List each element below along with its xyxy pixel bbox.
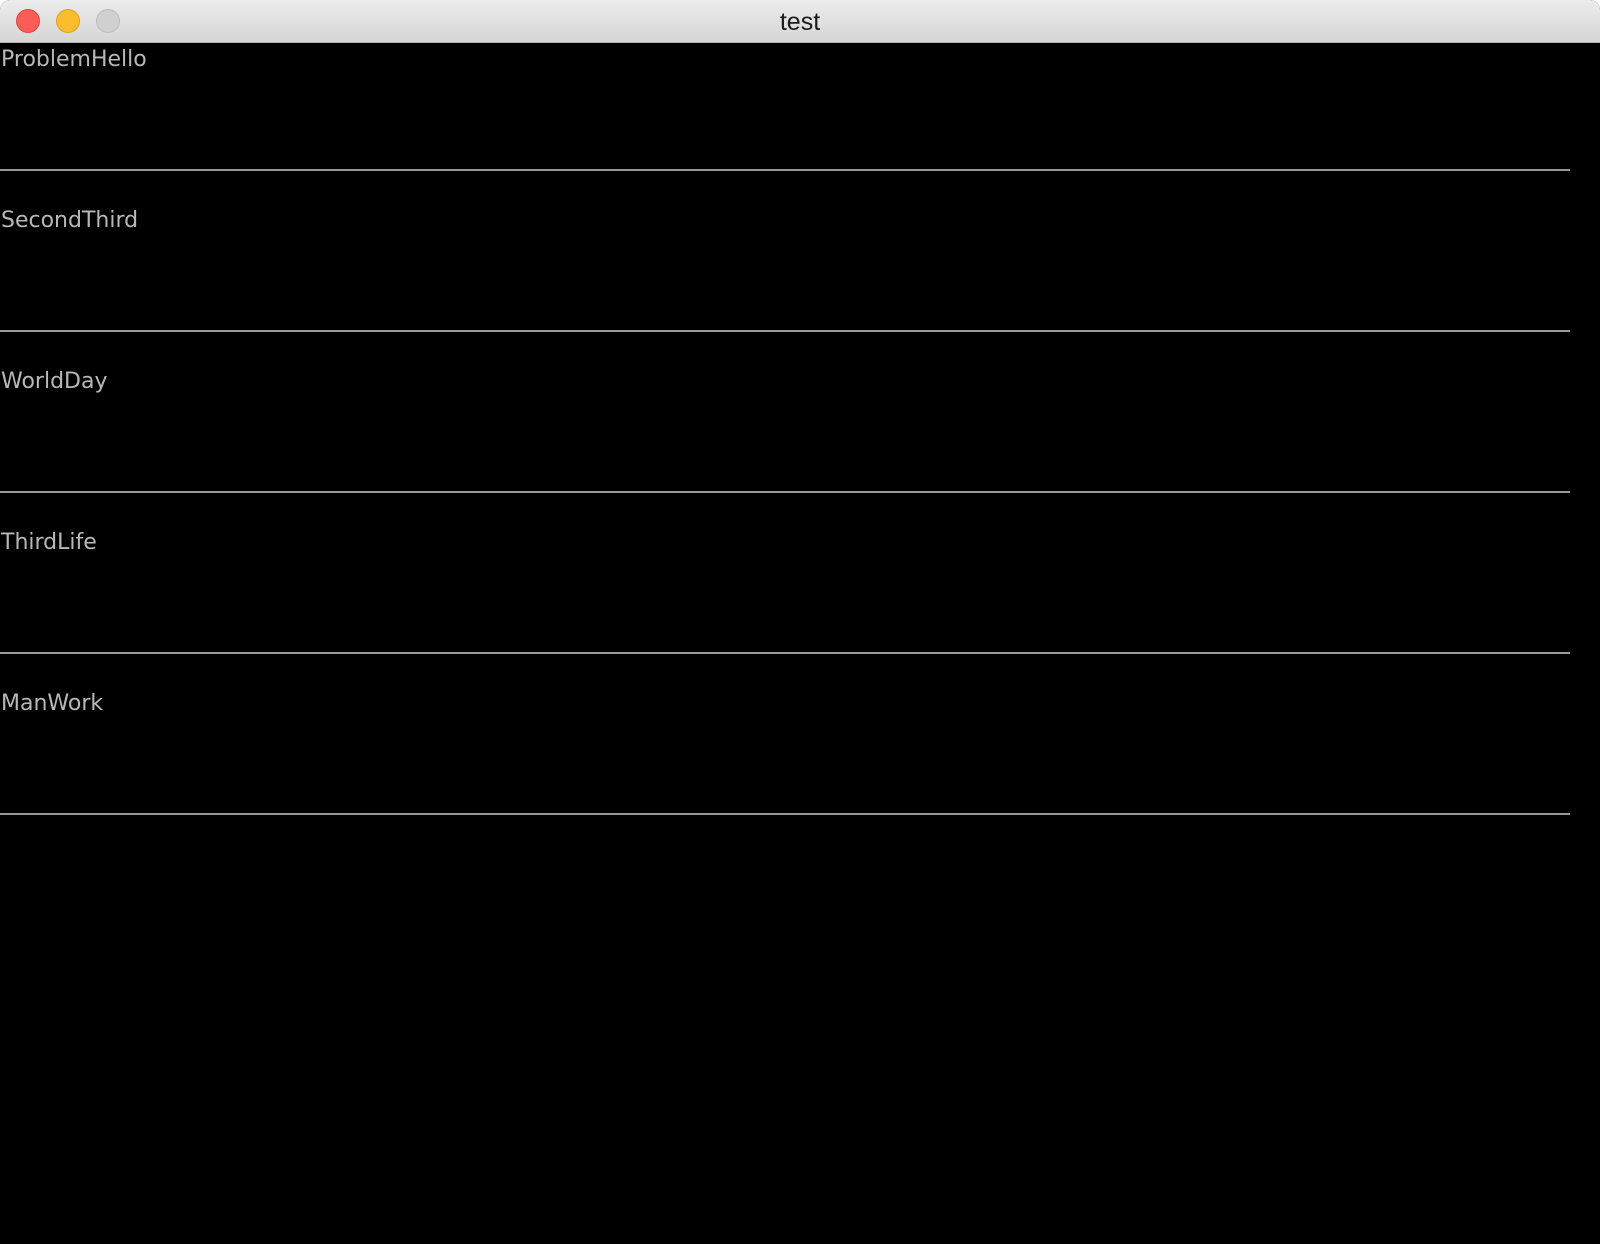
app-window: test ProblemHello SecondThird WorldDay T… xyxy=(0,0,1600,1244)
content-area: ProblemHello SecondThird WorldDay ThirdL… xyxy=(0,43,1600,1244)
list-item[interactable]: ProblemHello xyxy=(0,43,1570,171)
list-item-label: SecondThird xyxy=(1,208,139,233)
list-item-label: WorldDay xyxy=(1,369,108,394)
list-item[interactable]: ManWork xyxy=(0,654,1570,815)
list-item[interactable]: ThirdLife xyxy=(0,493,1570,654)
list-item[interactable]: SecondThird xyxy=(0,171,1570,332)
item-list: ProblemHello SecondThird WorldDay ThirdL… xyxy=(0,43,1570,815)
list-item-label: ThirdLife xyxy=(1,530,97,555)
list-item[interactable]: WorldDay xyxy=(0,332,1570,493)
window-title: test xyxy=(779,8,821,36)
list-item-label: ManWork xyxy=(1,691,104,716)
list-item-label: ProblemHello xyxy=(1,47,147,72)
title-bar[interactable]: test xyxy=(0,0,1600,43)
